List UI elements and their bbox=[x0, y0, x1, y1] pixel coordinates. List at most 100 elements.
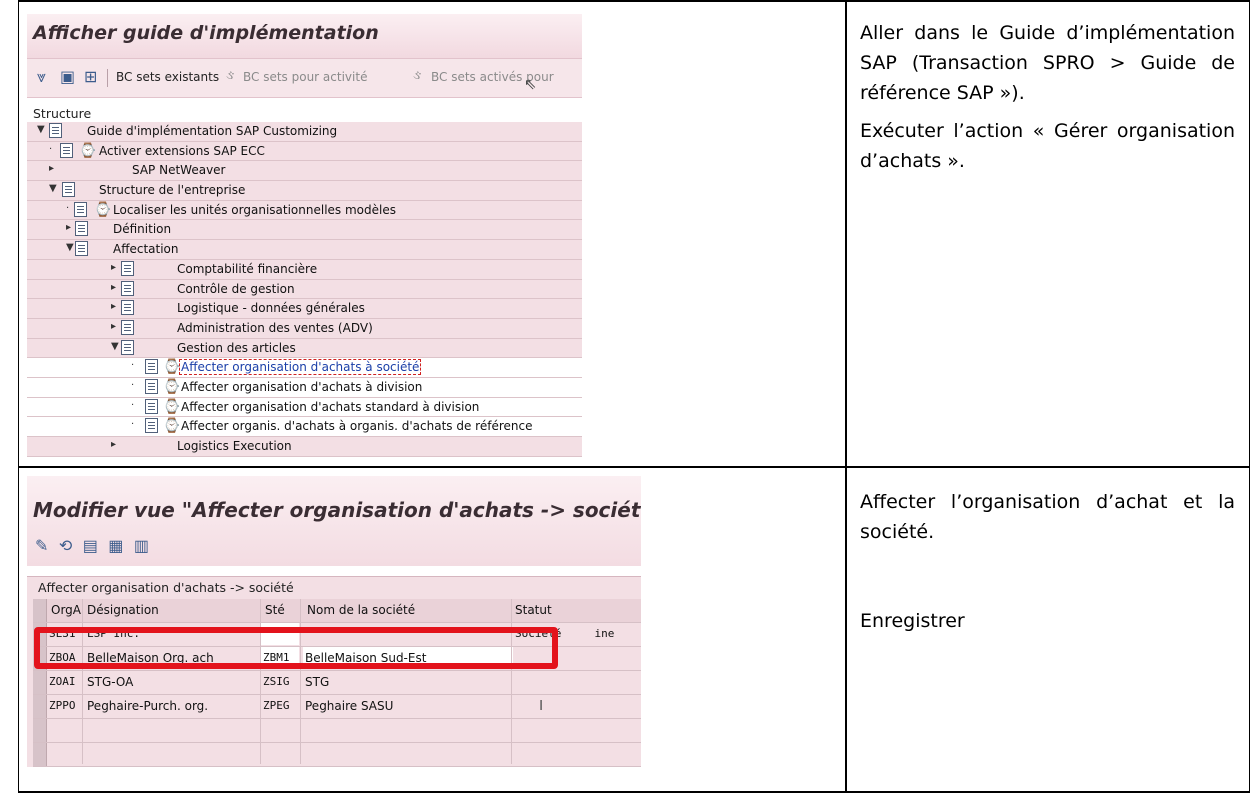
tree-node-label: Logistique - données générales bbox=[177, 301, 365, 316]
row-selector[interactable] bbox=[33, 695, 47, 718]
text-cursor-icon: I bbox=[539, 697, 544, 714]
document-icon bbox=[74, 201, 87, 217]
document-icon bbox=[145, 418, 158, 434]
column-header-statut: Statut bbox=[515, 603, 552, 617]
tree-node-label[interactable]: Affecter organisation d'achats à société bbox=[179, 359, 422, 376]
collapsed-arrow-icon[interactable]: ▸ bbox=[111, 439, 116, 450]
cell-nom: Peghaire SASU bbox=[305, 699, 394, 713]
tree-node[interactable]: ▼ Gestion des articles bbox=[27, 338, 582, 359]
mouse-cursor-icon: ⇖ bbox=[524, 75, 537, 93]
cell-ste: ZPEG bbox=[263, 699, 290, 712]
instruction-text: Aller dans le Guide d’implémentation SAP… bbox=[860, 22, 1235, 104]
expanded-arrow-icon[interactable]: ▼ bbox=[49, 183, 57, 194]
structure-label: Structure bbox=[33, 106, 92, 121]
tree-node[interactable]: ▸ Logistique - données générales bbox=[27, 299, 582, 319]
row-selector[interactable] bbox=[33, 719, 47, 742]
expanded-arrow-icon[interactable]: ▼ bbox=[66, 242, 74, 253]
tree-node[interactable]: ▸ Comptabilité financière bbox=[27, 259, 582, 280]
tree-node[interactable]: ▸ Administration des ventes (ADV) bbox=[27, 318, 582, 339]
column-header-nom: Nom de la société bbox=[307, 603, 416, 617]
subtree-icon[interactable]: ⊞ bbox=[84, 67, 97, 86]
leaf-dot-icon: · bbox=[49, 143, 53, 155]
page-title: Modifier vue "Affecter organisation d'ac… bbox=[33, 498, 641, 522]
new-entries-icon[interactable]: ▤ bbox=[83, 538, 98, 555]
instruction-text: Exécuter l’action « Gérer organisation d… bbox=[860, 120, 1235, 172]
highlight-annotation bbox=[34, 627, 558, 669]
cell-orga: ZOAI bbox=[49, 675, 76, 688]
tree-node[interactable]: ▸ SAP NetWeaver bbox=[27, 161, 582, 182]
document-icon bbox=[145, 378, 158, 394]
expand-all-icon[interactable]: ⩔ bbox=[37, 67, 46, 87]
execute-clock-icon[interactable]: ⌚ bbox=[163, 418, 180, 434]
tree-node[interactable]: · ⌚ Affecter organisation d'achats à div… bbox=[27, 377, 582, 398]
cell-designation: STG-OA bbox=[87, 675, 134, 689]
table-header-row: OrgA Désignation Sté Nom de la société S… bbox=[33, 599, 641, 623]
cell-ste: ZSIG bbox=[263, 675, 290, 688]
tree-node[interactable]: ▸ Définition bbox=[27, 220, 582, 241]
tree-node[interactable]: ▼ Guide d'implémentation SAP Customizing bbox=[27, 122, 582, 142]
bc-sets-pour-activite-button[interactable]: BC sets pour activité bbox=[243, 70, 367, 84]
tree-node[interactable]: ▼ Affectation bbox=[27, 240, 582, 260]
undo-icon[interactable]: ⟲ bbox=[59, 538, 72, 555]
instruction-cell-1: Aller dans le Guide d’implémentation SAP… bbox=[860, 18, 1235, 176]
tree-node[interactable]: · ⌚ Affecter organisation d'achats stand… bbox=[27, 397, 582, 418]
table-row[interactable]: ZPPO Peghaire-Purch. org. ZPEG Peghaire … bbox=[33, 695, 641, 719]
instruction-cell-2: Affecter l’organisation d’achat et la so… bbox=[860, 487, 1235, 636]
execute-clock-icon[interactable]: ⌚ bbox=[163, 399, 180, 415]
expanded-arrow-icon[interactable]: ▼ bbox=[37, 124, 45, 135]
toolbar: ⩔ ▣ ⊞ BC sets existants ઙ BC sets pour a… bbox=[27, 58, 582, 98]
tree-node-label: Définition bbox=[113, 222, 172, 237]
title-bar: Afficher guide d'implémentation bbox=[27, 14, 582, 58]
copy-icon[interactable]: ▦ bbox=[108, 538, 123, 555]
collapsed-arrow-icon[interactable]: ▸ bbox=[111, 282, 116, 293]
tree-view: ▼ Guide d'implémentation SAP Customizing… bbox=[27, 122, 582, 457]
document-icon bbox=[62, 182, 75, 198]
bc-set-icon: ઙ bbox=[226, 68, 235, 83]
collapsed-arrow-icon[interactable]: ▸ bbox=[111, 301, 116, 312]
tree-node-selected[interactable]: · ⌚ Affecter organisation d'achats à soc… bbox=[27, 358, 582, 378]
cell-designation: Peghaire-Purch. org. bbox=[87, 699, 209, 713]
collapsed-arrow-icon[interactable]: ▸ bbox=[111, 321, 116, 332]
tree-node[interactable]: · ⌚ Activer extensions SAP ECC bbox=[27, 141, 582, 162]
row-selector[interactable] bbox=[33, 671, 47, 694]
table-border-top bbox=[18, 0, 1250, 2]
execute-clock-icon[interactable]: ⌚ bbox=[163, 359, 180, 375]
save-icon[interactable]: ▣ bbox=[60, 67, 75, 86]
column-divider bbox=[260, 599, 261, 764]
column-header-designation: Désignation bbox=[87, 603, 159, 617]
table-row[interactable]: ZOAI STG-OA ZSIG STG bbox=[33, 671, 641, 695]
document-icon bbox=[60, 142, 73, 158]
tree-node-label: Logistics Execution bbox=[177, 439, 292, 453]
tree-node-label: Administration des ventes (ADV) bbox=[177, 320, 373, 335]
document-icon bbox=[121, 280, 134, 296]
tree-node[interactable]: ▸ Contrôle de gestion bbox=[27, 279, 582, 300]
execute-clock-icon[interactable]: ⌚ bbox=[79, 143, 96, 159]
page-title: Afficher guide d'implémentation bbox=[33, 22, 379, 44]
collapsed-arrow-icon[interactable]: ▸ bbox=[66, 222, 71, 233]
tree-node-label: Localiser les unités organisationnelles … bbox=[113, 202, 396, 217]
table-row-empty[interactable] bbox=[33, 719, 641, 743]
select-all-cell[interactable] bbox=[33, 599, 47, 622]
execute-clock-icon[interactable]: ⌚ bbox=[94, 202, 111, 218]
tree-node-label: Affectation bbox=[113, 242, 179, 257]
bc-sets-existants-button[interactable]: BC sets existants bbox=[116, 70, 219, 84]
execute-clock-icon[interactable]: ⌚ bbox=[163, 379, 180, 395]
sap-modify-view-screenshot: Modifier vue "Affecter organisation d'ac… bbox=[27, 476, 641, 767]
tree-node[interactable]: · ⌚ Localiser les unités organisationnel… bbox=[27, 200, 582, 221]
tree-node[interactable]: ▼ Structure de l'entreprise bbox=[27, 181, 582, 201]
collapsed-arrow-icon[interactable]: ▸ bbox=[111, 262, 116, 273]
expanded-arrow-icon[interactable]: ▼ bbox=[111, 341, 119, 352]
edit-pencil-icon[interactable]: ✎ bbox=[35, 538, 48, 555]
column-header-ste: Sté bbox=[265, 603, 285, 617]
column-divider bbox=[300, 599, 301, 764]
row-selector[interactable] bbox=[33, 743, 47, 766]
tree-node-label: Affecter organis. d'achats à organis. d'… bbox=[181, 419, 533, 434]
tree-node-label: Affecter organisation d'achats à divisio… bbox=[181, 379, 423, 394]
collapsed-arrow-icon[interactable]: ▸ bbox=[49, 163, 54, 174]
tree-node[interactable]: · ⌚ Affecter organis. d'achats à organis… bbox=[27, 417, 582, 437]
table-row-divider bbox=[18, 466, 1250, 468]
sap-implementation-guide-screenshot: Afficher guide d'implémentation ⩔ ▣ ⊞ BC… bbox=[27, 14, 582, 465]
delete-icon[interactable]: ▥ bbox=[134, 538, 149, 555]
tree-node[interactable]: ▸ Logistics Execution bbox=[27, 437, 582, 457]
table-row-empty[interactable] bbox=[33, 743, 641, 767]
